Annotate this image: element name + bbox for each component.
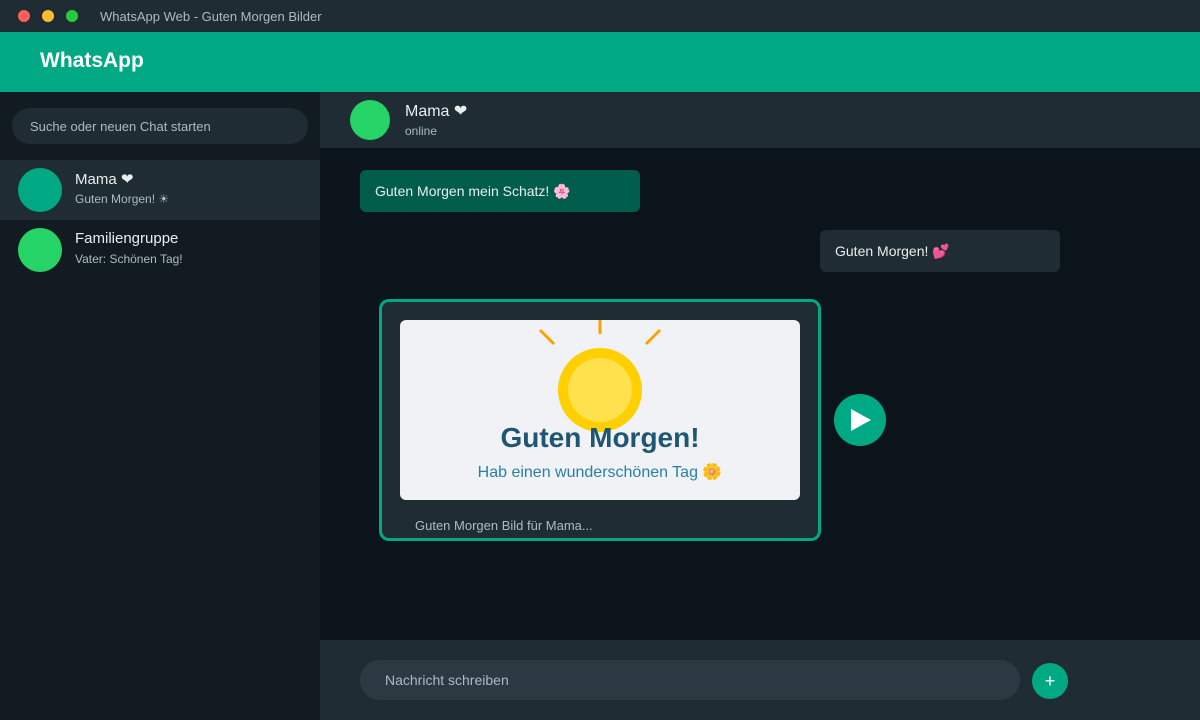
chat-name: Mama ❤ [75,171,134,188]
contact-avatar[interactable] [350,100,390,140]
outgoing-message: Guten Morgen mein Schatz! 🌸 [360,170,640,212]
window-titlebar: WhatsApp Web - Guten Morgen Bilder [0,0,1200,32]
contact-status: online [405,124,438,138]
minimize-window-button[interactable] [42,10,54,22]
message-input[interactable] [360,660,1020,700]
send-button[interactable] [834,394,886,446]
chat-list-item-familiengruppe[interactable]: Familiengruppe Vater: Schönen Tag! [0,220,320,280]
sidebar: Mama ❤ Guten Morgen! ☀ Familiengruppe Va… [0,92,320,720]
image-draft-card[interactable]: Guten Morgen! Hab einen wunderschönen Ta… [379,299,821,541]
window-title: WhatsApp Web - Guten Morgen Bilder [100,9,322,24]
chat-preview: Guten Morgen! ☀ [75,192,170,206]
chat-name: Familiengruppe [75,230,179,247]
morning-image-preview: Guten Morgen! Hab einen wunderschönen Ta… [400,320,800,500]
chat-header[interactable]: Mama ❤ online [320,92,1200,148]
image-subtitle: Hab einen wunderschönen Tag 🌼 [477,464,723,481]
avatar [18,228,62,272]
chat-preview: Vater: Schönen Tag! [75,252,183,266]
image-caption: Guten Morgen Bild für Mama... [415,518,593,533]
message-composer: + [320,640,1200,720]
incoming-message: Guten Morgen! 💕 [820,230,1060,272]
avatar [18,168,62,212]
image-title: Guten Morgen! [500,422,700,453]
app-header: WhatsApp [0,32,1200,92]
search-input[interactable] [12,108,308,144]
app-brand: WhatsApp [40,49,144,72]
maximize-window-button[interactable] [66,10,78,22]
chat-list-item-mama[interactable]: Mama ❤ Guten Morgen! ☀ [0,160,320,220]
attach-button[interactable]: + [1032,663,1068,699]
close-window-button[interactable] [18,10,30,22]
contact-name: Mama ❤ [405,103,468,120]
send-icon [851,409,871,431]
